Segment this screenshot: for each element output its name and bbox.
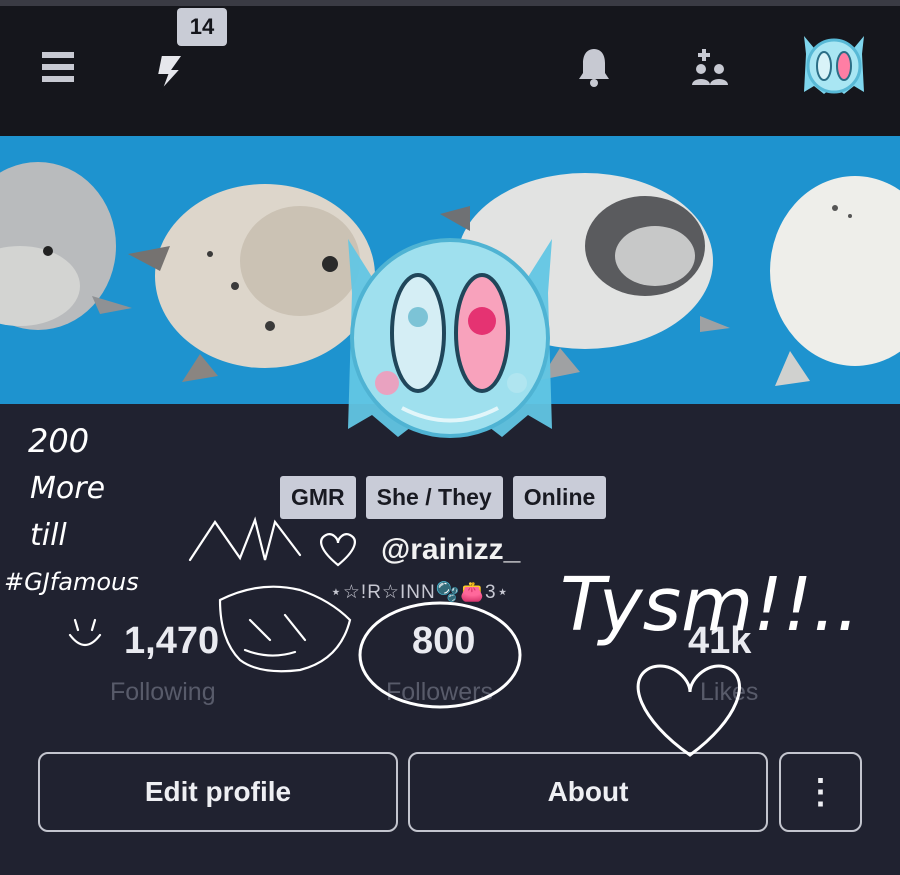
- add-friend-icon[interactable]: [688, 46, 732, 88]
- tag-online: Online: [512, 476, 607, 519]
- doodle-heart-small: [320, 533, 356, 567]
- profile-tags: GMR She / They Online: [280, 476, 607, 519]
- doodle-text-line2: More: [30, 471, 105, 506]
- menu-icon[interactable]: [38, 47, 78, 87]
- doodle-text-line3: till: [30, 518, 67, 553]
- doodle-text-line4: #GJfamous: [4, 568, 139, 596]
- profile-subtitle: ⋆☆!R☆INN🫧👛3⋆: [330, 582, 510, 603]
- top-edge: [0, 0, 900, 6]
- more-options-button[interactable]: ⋮: [779, 752, 862, 832]
- tag-gmr: GMR: [280, 476, 356, 519]
- tag-pronouns: She / They: [365, 476, 503, 519]
- seal-1: [0, 162, 132, 330]
- bell-icon[interactable]: [576, 46, 612, 88]
- seal-2: [128, 184, 375, 382]
- followers-label[interactable]: Followers: [386, 678, 493, 707]
- doodle-smile: [68, 618, 102, 647]
- likes-count[interactable]: 41k: [688, 620, 751, 663]
- seal-4: [770, 176, 900, 386]
- top-bar: 14: [0, 0, 900, 136]
- following-label[interactable]: Following: [110, 678, 216, 707]
- followers-count[interactable]: 800: [412, 620, 475, 663]
- username: @rainizz_: [381, 533, 521, 566]
- edit-profile-button[interactable]: Edit profile: [38, 752, 398, 832]
- profile-avatar[interactable]: [342, 233, 558, 443]
- following-count[interactable]: 1,470: [124, 620, 219, 663]
- avatar[interactable]: [798, 32, 870, 100]
- about-button[interactable]: About: [408, 752, 768, 832]
- likes-label[interactable]: Likes: [700, 678, 758, 707]
- lightning-icon[interactable]: [148, 50, 192, 94]
- notification-badge: 14: [177, 8, 227, 46]
- doodle-text-line1: 200: [28, 422, 89, 460]
